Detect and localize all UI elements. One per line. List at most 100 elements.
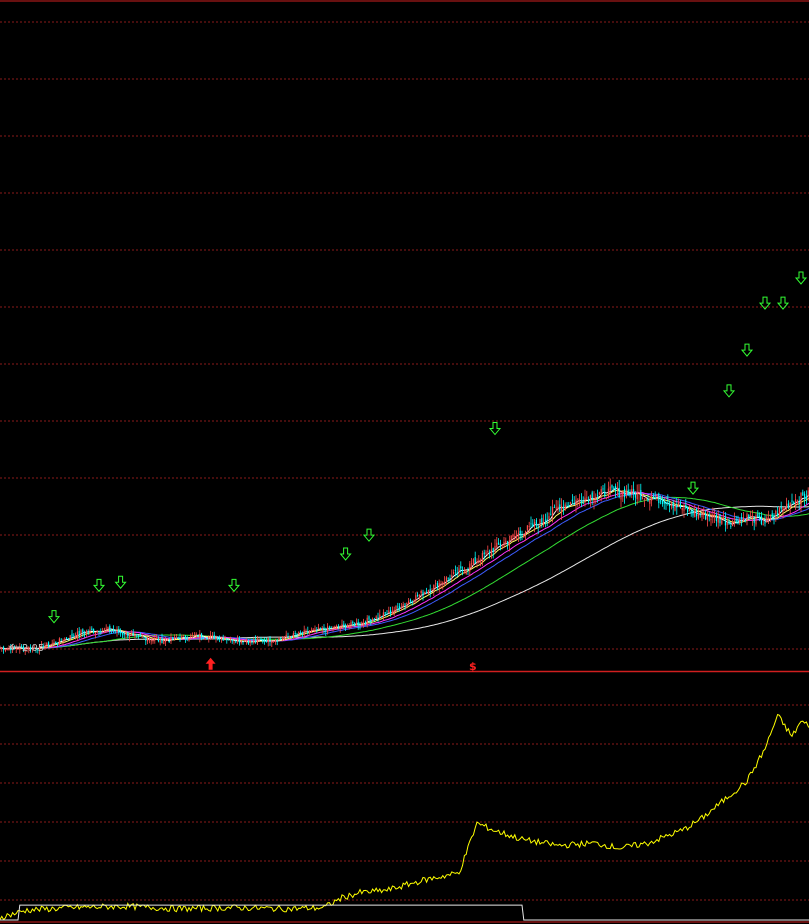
sell-signal-arrow [114,575,127,589]
candle [561,498,563,520]
candle-body [249,640,251,643]
candle [120,628,122,637]
candle-body [386,614,388,615]
sell-signal-arrow [339,547,352,561]
candle-body [602,488,604,490]
candle-body [102,630,104,632]
candle-body [678,503,680,506]
candle-body [348,625,350,628]
candle-body [571,499,573,502]
candle [631,485,633,499]
candle-body [712,514,714,517]
candle-body [508,540,510,545]
candle-body [458,568,460,573]
candle [8,645,10,651]
candle [777,506,779,517]
candle [438,579,440,593]
candle [793,500,795,505]
candle-body [301,633,303,635]
candle [102,627,104,632]
candle [706,510,708,527]
candle-body [681,508,683,511]
candle-body [267,637,269,643]
candle-body [265,641,267,643]
candle-body [138,634,140,636]
candle [757,510,759,518]
candle [417,592,419,598]
candle [649,499,651,511]
candle-body [737,519,739,524]
candle [723,510,725,520]
candle-body [796,501,798,503]
candle [85,629,87,637]
candle-body [154,638,156,641]
candle-body [798,501,800,504]
candle-body [107,626,109,630]
candle-body [705,514,707,520]
candle-body [285,634,287,637]
candle-body [474,557,476,564]
candle-body [730,525,732,527]
candle-body [597,495,599,496]
candle-body [147,639,149,642]
candle-body [593,499,595,503]
candle-body [600,489,602,496]
candle-body [8,648,10,650]
candle-body [283,637,285,640]
candle-body [566,505,568,507]
candle [424,591,426,595]
candle-body [276,641,278,642]
candle [492,547,494,559]
candle-body [433,584,435,591]
candle-body [303,630,305,635]
candle-body [159,637,161,643]
candle-body [399,606,401,609]
candle-body [123,633,125,636]
candle [415,592,417,603]
candle-body [274,640,276,642]
candle-body [514,535,516,538]
candle-body [651,497,653,501]
candle [586,490,588,501]
candle-body [742,517,744,522]
candle-body [417,594,419,597]
candle-body [802,492,804,496]
candle-body [703,511,705,516]
candle-body [51,643,53,645]
candle-body [427,590,429,594]
candle-body [357,621,359,626]
candle [703,506,705,519]
candle-body [391,611,393,615]
candle-body [6,648,8,651]
candle-body [246,641,248,643]
candle-body [260,638,262,641]
candle [715,512,717,527]
candle-body [561,506,563,513]
candle-body [589,495,591,501]
candle [233,640,235,645]
candle [478,555,480,564]
candle [741,512,743,527]
candle-body [406,602,408,604]
candle-body [559,504,561,511]
candle [802,489,804,496]
candle-body [732,521,734,527]
candle [620,490,622,508]
candle [445,576,447,585]
candle-body [760,515,762,524]
candle [786,497,788,511]
indicator-line [0,713,809,921]
candle-body [411,601,413,603]
candle-body [440,583,442,585]
candle-body [256,638,258,644]
candle-body [62,640,64,642]
candle [640,483,642,502]
candle-body [591,492,593,500]
candle [553,504,555,508]
candle-body [287,635,289,637]
candle-body [222,638,224,641]
candle-body [53,642,55,643]
candle-body [577,498,579,500]
candle [676,497,678,515]
candle-body [422,591,424,596]
